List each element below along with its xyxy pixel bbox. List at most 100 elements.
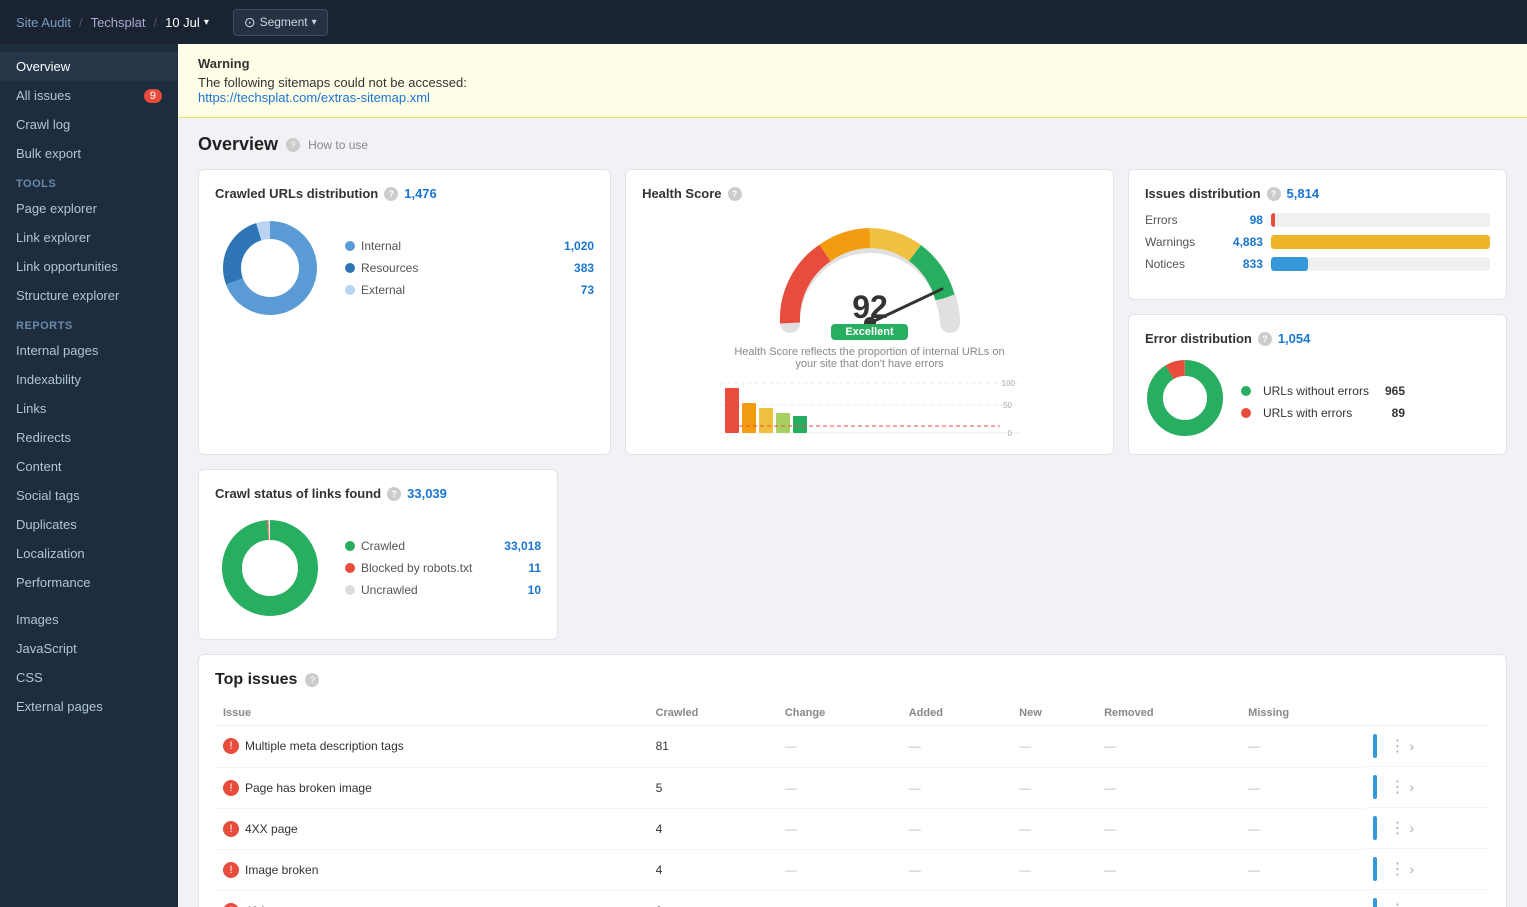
crawled-urls-info[interactable]: ? — [384, 187, 398, 201]
issue-change: — — [777, 726, 901, 768]
row-expand[interactable]: › — [1409, 902, 1414, 907]
sidebar-item-all-issues[interactable]: All issues 9 — [0, 81, 178, 110]
issue-added: — — [901, 890, 1011, 907]
sidebar-item-overview[interactable]: Overview — [0, 52, 178, 81]
kebab-menu[interactable]: ⋮ — [1385, 898, 1409, 907]
all-issues-badge: 9 — [144, 89, 162, 103]
table-row: ! 404 page 3 — — — — — ⋮ › — [215, 890, 1490, 907]
health-score-title: Health Score ? — [642, 186, 1097, 201]
issue-crawled: 4 — [648, 808, 777, 849]
sidebar-item-social-tags[interactable]: Social tags — [0, 481, 178, 510]
page-title-row: Overview ? How to use — [198, 134, 1507, 155]
error-dist-info[interactable]: ? — [1258, 332, 1272, 346]
sidebar-item-link-explorer[interactable]: Link explorer — [0, 223, 178, 252]
table-row: ! Page has broken image 5 — — — — — ⋮ › — [215, 767, 1490, 808]
crawled-urls-legend: Internal 1,020 Resources 383 External 73 — [345, 239, 594, 297]
segment-dropdown[interactable]: ⊙ Segment ▾ — [233, 9, 328, 36]
sidebar-item-javascript[interactable]: JavaScript — [0, 634, 178, 663]
sidebar-item-localization[interactable]: Localization — [0, 539, 178, 568]
row-expand[interactable]: › — [1409, 738, 1414, 754]
issue-removed: — — [1096, 767, 1240, 808]
sidebar-item-redirects[interactable]: Redirects — [0, 423, 178, 452]
topbar-sep2: / — [153, 15, 157, 30]
kebab-menu[interactable]: ⋮ — [1385, 775, 1409, 799]
issues-table: Issue Crawled Change Added New Removed M… — [215, 701, 1490, 907]
sidebar-item-content[interactable]: Content — [0, 452, 178, 481]
top-issues-card: Top issues ? Issue Crawled Change Added … — [198, 654, 1507, 907]
row-expand[interactable]: › — [1409, 779, 1414, 795]
issue-change: — — [777, 890, 901, 907]
issue-actions: ⋮ › — [1365, 849, 1490, 890]
kebab-menu[interactable]: ⋮ — [1385, 816, 1409, 840]
topbar-site-audit: Site Audit — [16, 15, 71, 30]
error-icon: ! — [223, 821, 239, 837]
issue-removed: — — [1096, 890, 1240, 907]
error-icon: ! — [223, 862, 239, 878]
health-score-info[interactable]: ? — [728, 187, 742, 201]
col-crawled: Crawled — [648, 701, 777, 726]
bar-indicator — [1373, 816, 1377, 840]
sidebar-item-indexability[interactable]: Indexability — [0, 365, 178, 394]
page-title: Overview — [198, 134, 278, 155]
bar-indicator — [1373, 775, 1377, 799]
crawl-status-title: Crawl status of links found ? 33,039 — [215, 486, 541, 501]
sidebar-item-structure-explorer[interactable]: Structure explorer — [0, 281, 178, 310]
issue-added: — — [901, 767, 1011, 808]
overview-info-icon[interactable]: ? — [286, 138, 300, 152]
tools-section-label: Tools — [0, 168, 178, 194]
crawl-status-info[interactable]: ? — [387, 487, 401, 501]
issue-actions: ⋮ › — [1365, 808, 1490, 849]
error-icon: ! — [223, 780, 239, 796]
issue-crawled: 5 — [648, 767, 777, 808]
issue-missing: — — [1240, 890, 1365, 907]
bar-indicator — [1373, 734, 1377, 758]
row-expand[interactable]: › — [1409, 861, 1414, 877]
sidebar-item-link-opportunities[interactable]: Link opportunities — [0, 252, 178, 281]
sidebar: Overview All issues 9 Crawl log Bulk exp… — [0, 44, 178, 907]
sidebar-item-crawl-log[interactable]: Crawl log — [0, 110, 178, 139]
sidebar-item-page-explorer[interactable]: Page explorer — [0, 194, 178, 223]
top-issues-info[interactable]: ? — [305, 673, 319, 687]
col-change: Change — [777, 701, 901, 726]
sidebar-item-external-pages[interactable]: External pages — [0, 692, 178, 721]
how-to-use-link[interactable]: How to use — [308, 138, 368, 152]
sidebar-item-images[interactable]: Images — [0, 605, 178, 634]
health-desc: Health Score reflects the proportion of … — [730, 346, 1010, 370]
top-issues-title: Top issues — [215, 671, 297, 689]
issues-dist-bars: Errors 98 Warnings 4,883 Notices — [1145, 213, 1490, 271]
crawl-status-legend: Crawled 33,018 Blocked by robots.txt 11 … — [345, 539, 541, 597]
issue-missing: — — [1240, 849, 1365, 890]
issue-missing: — — [1240, 726, 1365, 768]
issue-removed: — — [1096, 808, 1240, 849]
kebab-menu[interactable]: ⋮ — [1385, 857, 1409, 881]
row-expand[interactable]: › — [1409, 820, 1414, 836]
svg-text:100: 100 — [1001, 379, 1015, 388]
issues-dist-card: Issues distribution ? 5,814 Errors 98 — [1128, 169, 1507, 300]
sidebar-item-bulk-export[interactable]: Bulk export — [0, 139, 178, 168]
col-added: Added — [901, 701, 1011, 726]
issue-change: — — [777, 767, 901, 808]
crawl-status-donut — [215, 513, 325, 623]
issue-actions: ⋮ › — [1365, 767, 1490, 808]
col-issue: Issue — [215, 701, 648, 726]
crawled-urls-card: Crawled URLs distribution ? 1,476 — [198, 169, 611, 455]
error-icon: ! — [223, 903, 239, 907]
sidebar-item-internal-pages[interactable]: Internal pages — [0, 336, 178, 365]
table-row: ! 4XX page 4 — — — — — ⋮ › — [215, 808, 1490, 849]
issue-name-cell: ! Image broken — [215, 849, 648, 890]
main-content: Warning The following sitemaps could not… — [178, 44, 1527, 907]
top-cards-row: Crawled URLs distribution ? 1,476 — [198, 169, 1507, 455]
warning-link[interactable]: https://techsplat.com/extras-sitemap.xml — [198, 90, 430, 105]
issue-change: — — [777, 808, 901, 849]
warning-title: Warning — [198, 56, 1507, 71]
issue-missing: — — [1240, 767, 1365, 808]
issues-dist-info[interactable]: ? — [1267, 187, 1281, 201]
sidebar-item-css[interactable]: CSS — [0, 663, 178, 692]
health-badge: Excellent — [831, 324, 907, 340]
sidebar-item-duplicates[interactable]: Duplicates — [0, 510, 178, 539]
issue-actions: ⋮ › — [1365, 890, 1490, 907]
sidebar-item-performance[interactable]: Performance — [0, 568, 178, 597]
kebab-menu[interactable]: ⋮ — [1385, 734, 1409, 758]
gauge-svg: 92 — [770, 213, 970, 333]
sidebar-item-links[interactable]: Links — [0, 394, 178, 423]
